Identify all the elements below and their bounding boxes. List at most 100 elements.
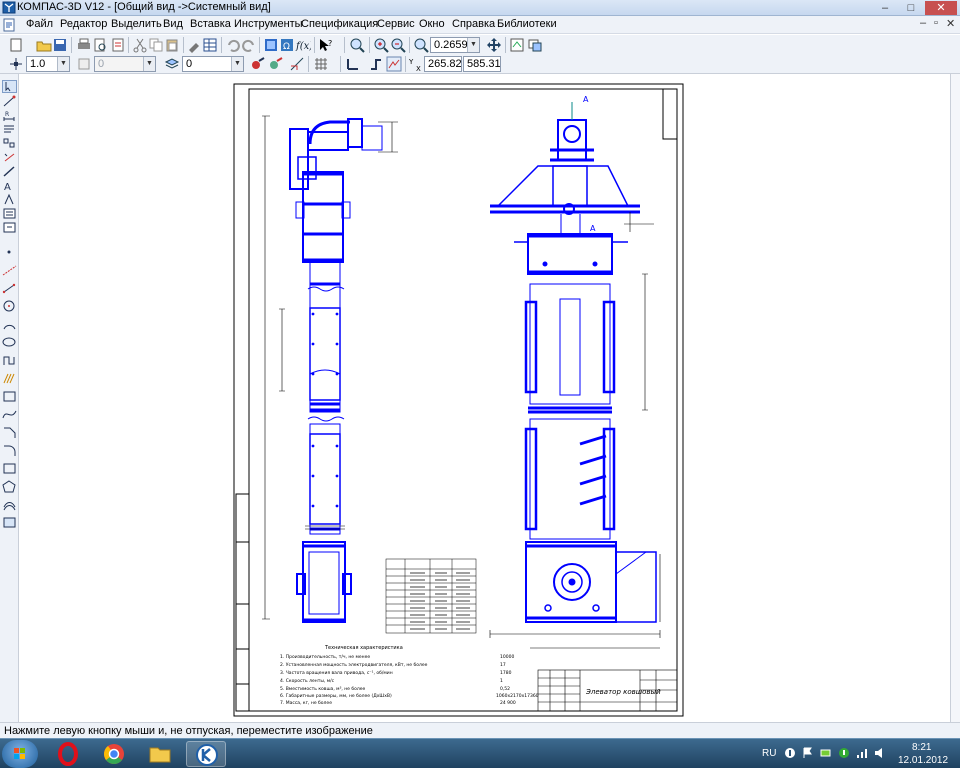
zoom-out-icon[interactable] (390, 37, 406, 53)
aux-line-tool-icon[interactable] (2, 264, 17, 277)
menu-help[interactable]: Справка (452, 18, 495, 30)
copy-icon[interactable] (148, 37, 164, 53)
menu-view[interactable]: Вид (163, 18, 183, 30)
help-pointer-icon[interactable]: ? (318, 37, 334, 53)
select-mode-icon[interactable]: A (2, 179, 17, 192)
zoom-in-icon[interactable] (373, 37, 389, 53)
polyline-tool-icon[interactable] (2, 354, 17, 367)
spec-tool-icon[interactable] (2, 193, 17, 206)
fx-icon[interactable]: f(x) (295, 37, 311, 53)
style-field[interactable]: 0 ▼ (94, 56, 156, 72)
layer-dropdown-icon[interactable]: ▼ (231, 57, 243, 71)
start-button[interactable] (2, 740, 38, 768)
paste-icon[interactable] (164, 37, 180, 53)
bezier-tool-icon[interactable] (2, 408, 17, 421)
save-icon[interactable] (52, 37, 68, 53)
step-cursor-icon[interactable] (8, 56, 24, 72)
fillet-tool-icon[interactable] (2, 444, 17, 457)
drawing-workspace[interactable]: А А Техническая характеристика 1. Произв… (20, 74, 950, 722)
properties-icon[interactable] (110, 37, 126, 53)
print-preview-icon[interactable] (92, 37, 108, 53)
doc-minimize-button[interactable]: – (920, 17, 926, 29)
menu-libraries[interactable]: Библиотеки (497, 18, 557, 30)
dimensions-tool-icon[interactable]: R (2, 109, 17, 122)
rectangle-tool-icon[interactable] (2, 462, 17, 475)
menu-specification[interactable]: Спецификация (301, 18, 378, 30)
param-mode-icon[interactable] (386, 56, 402, 72)
kompas-taskbar-button[interactable] (186, 741, 226, 767)
variables-icon[interactable]: Ω (279, 37, 295, 53)
menu-insert[interactable]: Вставка (190, 18, 231, 30)
menu-select[interactable]: Выделить (111, 18, 162, 30)
symbols-tool-icon[interactable] (2, 123, 17, 136)
table-icon[interactable] (202, 37, 218, 53)
equidistant-tool-icon[interactable] (2, 498, 17, 511)
arc-tool-icon[interactable] (2, 318, 17, 331)
layer-icon[interactable] (164, 56, 180, 72)
measure-tool-icon[interactable] (2, 165, 17, 178)
grid-icon[interactable] (313, 56, 329, 72)
doc-close-button[interactable]: ✕ (946, 17, 955, 30)
menu-editor[interactable]: Редактор (60, 18, 107, 30)
battery-tray-icon[interactable] (820, 747, 832, 759)
style-dropdown-icon[interactable]: ▼ (143, 57, 155, 71)
explorer-taskbar-button[interactable] (140, 741, 180, 767)
open-folder-icon[interactable] (36, 37, 52, 53)
doc-restore-button[interactable]: ▫ (934, 17, 938, 29)
minimize-button[interactable]: – (873, 1, 897, 15)
opera-taskbar-button[interactable] (48, 741, 88, 767)
chrome-taskbar-button[interactable] (94, 741, 134, 767)
style-icon[interactable] (76, 56, 92, 72)
pan-icon[interactable] (486, 37, 502, 53)
layer-field[interactable]: 0 ▼ (182, 56, 244, 72)
collect-contour-tool-icon[interactable] (2, 516, 17, 529)
polygon-tool-icon[interactable] (2, 480, 17, 493)
document-icon[interactable] (2, 18, 16, 32)
circle-tool-icon[interactable] (2, 300, 17, 313)
menu-window[interactable]: Окно (419, 18, 445, 30)
new-document-icon[interactable] (8, 37, 24, 53)
local-cs-icon[interactable] (345, 56, 361, 72)
language-indicator[interactable]: RU (762, 748, 776, 759)
update-tray-icon[interactable] (838, 747, 850, 759)
contour-tool-icon[interactable] (2, 390, 17, 403)
ellipse-tool-icon[interactable] (2, 336, 17, 349)
coord-x-field[interactable]: 265.821 (424, 56, 462, 72)
refresh-view-icon[interactable] (509, 37, 525, 53)
ortho-snap-icon[interactable] (289, 56, 305, 72)
print-icon[interactable] (76, 37, 92, 53)
ortho-mode-icon[interactable] (368, 56, 384, 72)
menu-file[interactable]: Файл (26, 18, 53, 30)
point-tool-icon[interactable] (2, 246, 17, 259)
drawing-canvas[interactable]: А А Техническая характеристика 1. Произв… (20, 74, 950, 722)
snap-local-icon[interactable] (268, 56, 284, 72)
hatch-tool-icon[interactable] (2, 372, 17, 385)
format-brush-icon[interactable] (186, 37, 202, 53)
maximize-button[interactable]: □ (899, 1, 923, 15)
flag-tray-icon[interactable] (802, 747, 814, 759)
snap-icon[interactable] (250, 56, 266, 72)
coord-y-field[interactable]: 585.319 (463, 56, 501, 72)
zoom-field[interactable]: 0.2659 ▼ (430, 37, 480, 53)
kompas-app-icon[interactable] (2, 1, 16, 14)
line-scale-dropdown-icon[interactable]: ▼ (57, 57, 69, 71)
param-tool-icon[interactable] (2, 151, 17, 164)
cut-icon[interactable] (132, 37, 148, 53)
clock-date[interactable]: 12.01.2012 (898, 755, 948, 766)
close-button[interactable]: ✕ (925, 1, 957, 15)
line-scale-field[interactable]: 1.0 ▼ (26, 56, 70, 72)
zoom-dropdown-icon[interactable]: ▼ (467, 38, 479, 52)
edit-tool-icon[interactable] (2, 137, 17, 150)
redo-icon[interactable] (241, 37, 257, 53)
menu-service[interactable]: Сервис (377, 18, 415, 30)
network-tray-icon[interactable] (784, 747, 796, 759)
signal-tray-icon[interactable] (856, 747, 868, 759)
chamfer-tool-icon[interactable] (2, 426, 17, 439)
zoom-window-icon[interactable] (349, 37, 365, 53)
layers-view-icon[interactable] (527, 37, 543, 53)
zoom-scale-icon[interactable] (413, 37, 429, 53)
clock-time[interactable]: 8:21 (912, 742, 931, 753)
geometry-tool-icon[interactable] (2, 95, 17, 108)
select-tool-icon[interactable] (2, 80, 17, 93)
volume-tray-icon[interactable] (874, 747, 886, 759)
